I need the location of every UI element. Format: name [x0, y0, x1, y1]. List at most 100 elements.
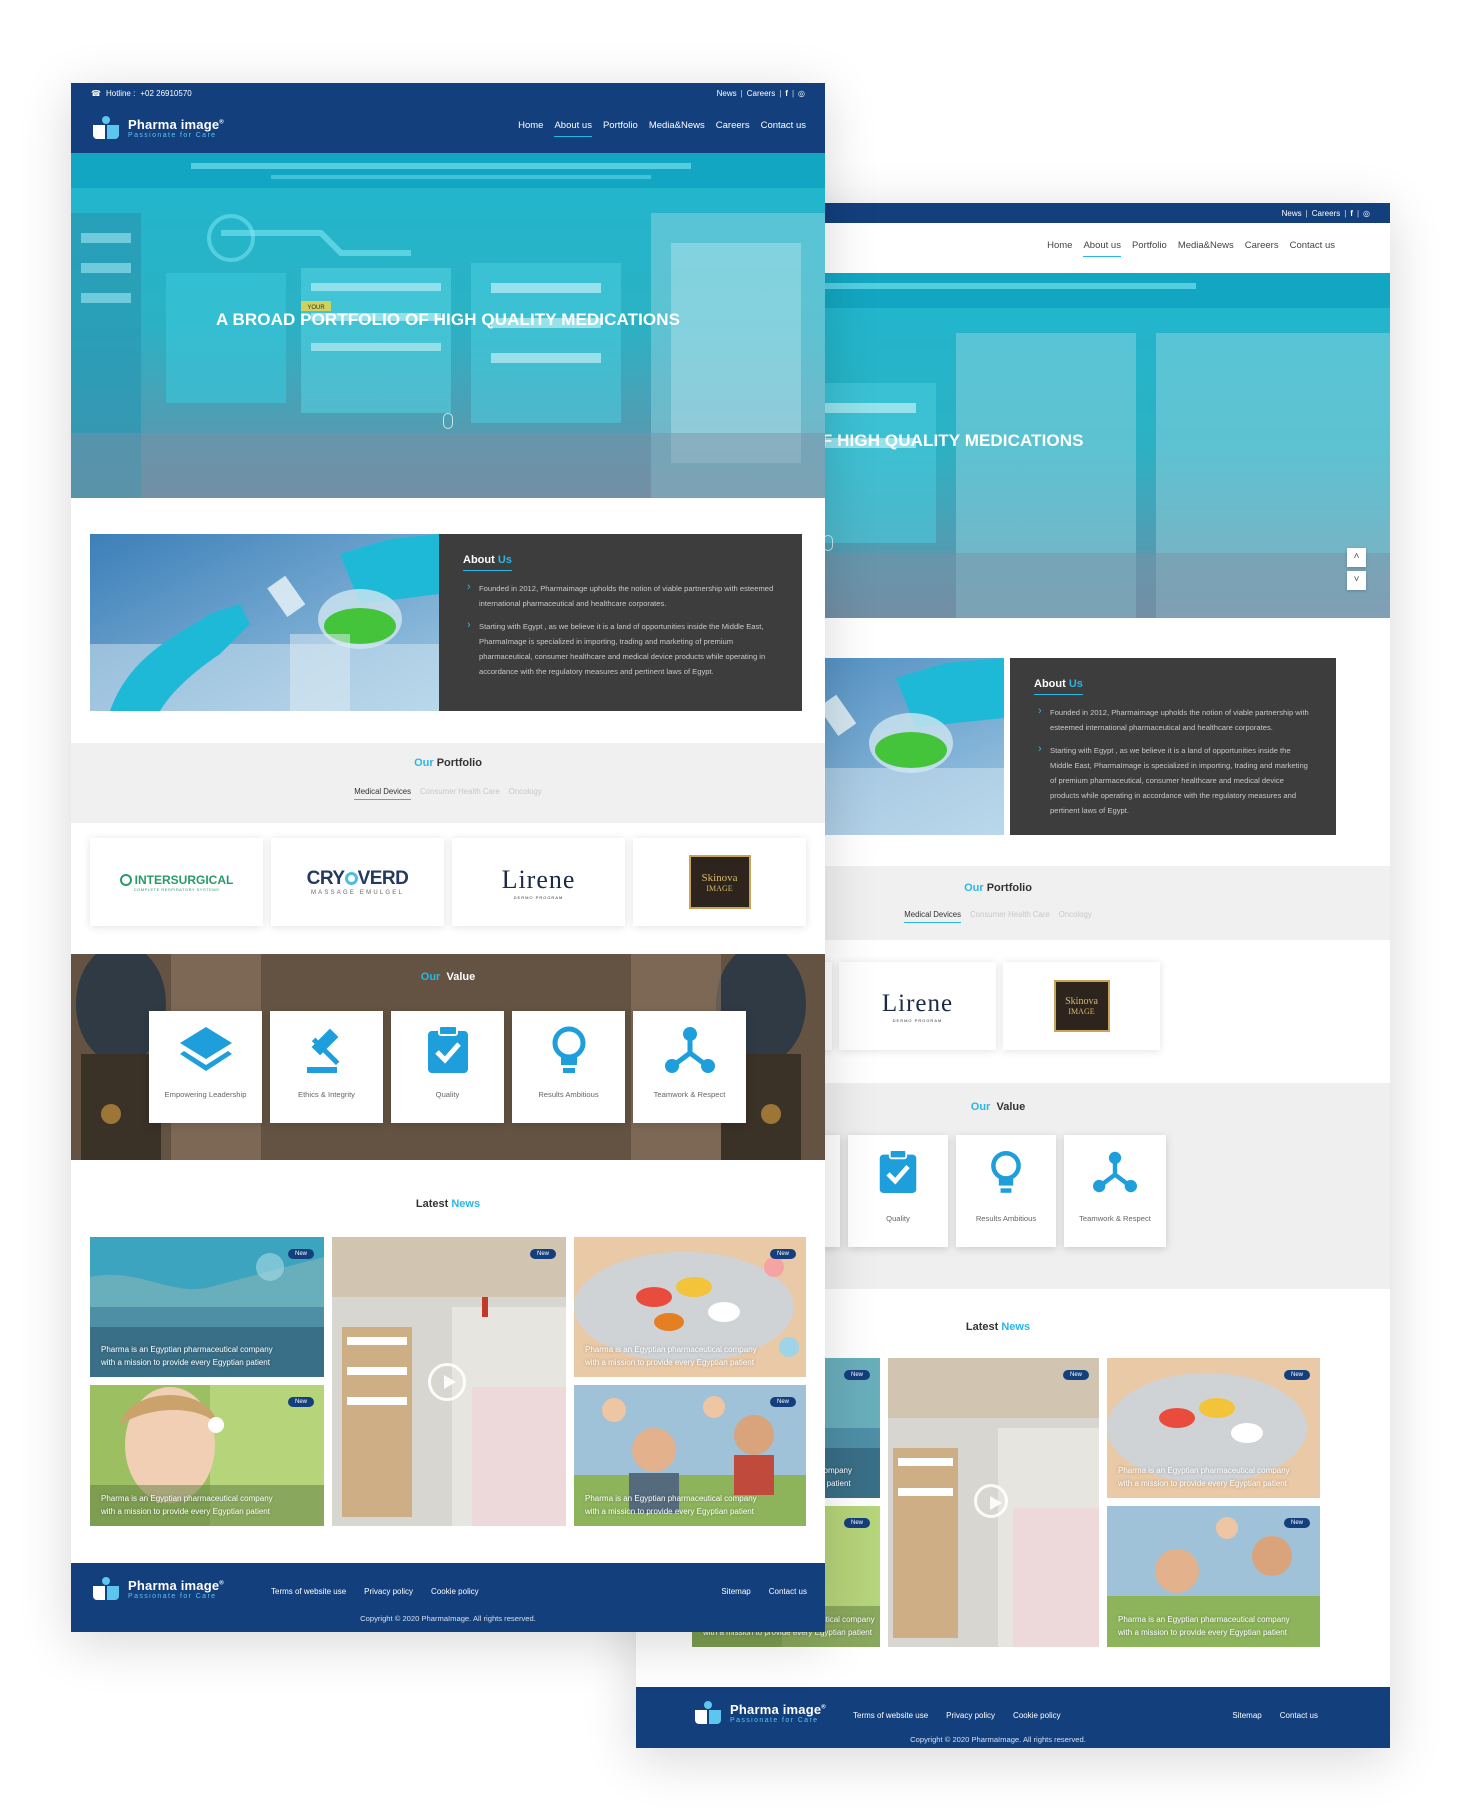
- news-badge-3: New: [769, 1249, 796, 1259]
- brand-card-lirene-2[interactable]: Lirene DERMO PROGRAM: [839, 962, 996, 1050]
- brand-card-skinova-2[interactable]: Skinova IMAGE: [1003, 962, 1160, 1050]
- value-card-results-ambitious[interactable]: Results Ambitious: [512, 1011, 625, 1123]
- about-title-a: About: [463, 554, 495, 566]
- news-badge-3-2: New: [1283, 1370, 1310, 1380]
- nav-contact-us-2[interactable]: Contact us: [1290, 240, 1335, 257]
- about-paragraph-2-2: Starting with Egypt , as we believe it i…: [1034, 742, 1312, 818]
- values-title: Our Value: [71, 971, 825, 983]
- news-badge-video: New: [529, 1249, 556, 1259]
- nav-media-news[interactable]: Media&News: [649, 120, 705, 137]
- skinova-name-b: IMAGE: [706, 883, 733, 893]
- value-card-teamwork-respect[interactable]: Teamwork & Respect: [633, 1011, 746, 1123]
- clipboard-check-icon-2: [879, 1149, 917, 1193]
- footer-contact-link-2[interactable]: Contact us: [1280, 1711, 1318, 1720]
- footer-contact-link[interactable]: Contact us: [769, 1587, 807, 1596]
- instagram-icon-2[interactable]: ◎: [1363, 209, 1370, 218]
- value-card-quality[interactable]: Quality: [391, 1011, 504, 1123]
- value-card-results-ambitious-2[interactable]: Results Ambitious: [956, 1135, 1056, 1247]
- topbar-careers-link[interactable]: Careers: [747, 89, 775, 98]
- value-card-ethics-integrity[interactable]: Ethics & Integrity: [270, 1011, 383, 1123]
- footer-terms-link[interactable]: Terms of website use: [271, 1587, 346, 1596]
- website-mockup-front: ☎ Hotline : +02 26910570 News | Careers | …: [71, 83, 825, 1632]
- value-card-empowering-leadership[interactable]: Empowering Leadership: [149, 1011, 262, 1123]
- brand-card-intersurgical[interactable]: INTERSURGICAL COMPLETE RESPIRATORY SYSTE…: [90, 838, 263, 926]
- news-card-4-2[interactable]: New Pharma is an Egyptian pharmaceutical…: [1107, 1506, 1320, 1647]
- news-title-b-2: News: [1001, 1321, 1031, 1333]
- news-card-1[interactable]: New Pharma is an Egyptian pharmaceutical…: [90, 1237, 324, 1377]
- footer-logo[interactable]: Pharma image® Passionate for Care: [90, 1575, 224, 1603]
- nav-portfolio-2[interactable]: Portfolio: [1132, 240, 1167, 257]
- news-card-2[interactable]: New Pharma is an Egyptian pharmaceutical…: [90, 1385, 324, 1526]
- hero-title: A BROAD PORTFOLIO OF HIGH QUALITY MEDICA…: [215, 310, 681, 329]
- tab-consumer-health-care-2[interactable]: Consumer Health Care: [970, 910, 1050, 923]
- registered-mark: ®: [219, 119, 224, 126]
- cryoverd-name-b: VERD: [357, 868, 409, 889]
- topbar-careers-link-2[interactable]: Careers: [1312, 209, 1340, 218]
- nav-careers-2[interactable]: Careers: [1245, 240, 1279, 257]
- scroll-up-button[interactable]: ˄: [1347, 548, 1366, 567]
- news-card-3[interactable]: New Pharma is an Egyptian pharmaceutical…: [574, 1237, 806, 1377]
- scroll-down-icon[interactable]: [443, 413, 453, 429]
- nav-home-2[interactable]: Home: [1047, 240, 1072, 257]
- lirene-name: Lirene: [501, 864, 576, 894]
- footer-cookie-link-2[interactable]: Cookie policy: [1013, 1711, 1061, 1720]
- scroll-down-button[interactable]: ˅: [1347, 571, 1366, 590]
- nav-careers[interactable]: Careers: [716, 120, 750, 137]
- cryoverd-subtitle: MASSAGE EMULGEL: [310, 890, 405, 896]
- nav-portfolio[interactable]: Portfolio: [603, 120, 638, 137]
- nav-contact-us[interactable]: Contact us: [761, 120, 806, 137]
- news-caption-3a-2: Pharma is an Egyptian pharmaceutical com…: [1118, 1466, 1290, 1475]
- value-card-quality-2[interactable]: Quality: [848, 1135, 948, 1247]
- play-video-icon[interactable]: [428, 1363, 466, 1401]
- brand-card-cryoverd[interactable]: CRY VERD MASSAGE EMULGEL: [271, 838, 444, 926]
- news-card-video-2[interactable]: New: [888, 1358, 1099, 1647]
- topbar-news-link-2[interactable]: News: [1282, 209, 1302, 218]
- tab-medical-devices-2[interactable]: Medical Devices: [904, 910, 962, 923]
- value-card-teamwork-respect-2[interactable]: Teamwork & Respect: [1064, 1135, 1166, 1247]
- tab-medical-devices[interactable]: Medical Devices: [354, 787, 412, 800]
- intersurgical-subtitle: COMPLETE RESPIRATORY SYSTEMS: [133, 886, 220, 892]
- footer-cookie-link[interactable]: Cookie policy: [431, 1587, 479, 1596]
- tab-oncology-2[interactable]: Oncology: [1059, 910, 1092, 923]
- footer-sitemap-link-2[interactable]: Sitemap: [1232, 1711, 1261, 1720]
- nav-home[interactable]: Home: [518, 120, 543, 137]
- footer-logo-2[interactable]: Pharma image® Passionate for Care: [692, 1699, 826, 1727]
- portfolio-title-b: Portfolio: [436, 757, 482, 769]
- news-caption-1a: Pharma is an Egyptian pharmaceutical com…: [101, 1345, 273, 1354]
- facebook-icon-2[interactable]: f: [1350, 209, 1353, 218]
- hotline-label: Hotline :: [105, 88, 136, 98]
- news-caption-1b: with a mission to provide every Egyptian…: [101, 1358, 270, 1367]
- values-title-a: Our: [420, 971, 441, 983]
- play-video-icon-2[interactable]: [974, 1484, 1008, 1518]
- lab-flask-image: [90, 534, 439, 711]
- brand-card-lirene[interactable]: Lirene DERMO PROGRAM: [452, 838, 625, 926]
- news-caption-4a-2: Pharma is an Egyptian pharmaceutical com…: [1118, 1615, 1290, 1624]
- news-card-4[interactable]: New Pharma is an Egyptian pharmaceutical…: [574, 1385, 806, 1526]
- news-card-3-2[interactable]: New Pharma is an Egyptian pharmaceutical…: [1107, 1358, 1320, 1498]
- topbar-news-link[interactable]: News: [717, 89, 737, 98]
- about-text-box: About Us Founded in 2012, Pharmaimage up…: [439, 534, 802, 711]
- news-badge-video-2: New: [1062, 1370, 1089, 1380]
- footer-brand-name: Pharma image: [128, 1578, 220, 1593]
- nav-media-news-2[interactable]: Media&News: [1178, 240, 1234, 257]
- intersurgical-name: INTERSURGICAL: [134, 872, 234, 887]
- tab-oncology[interactable]: Oncology: [509, 787, 542, 800]
- facebook-icon[interactable]: f: [785, 89, 788, 98]
- footer-privacy-link[interactable]: Privacy policy: [364, 1587, 413, 1596]
- site-logo[interactable]: Pharma image® Passionate for Care: [90, 114, 224, 142]
- footer-terms-link-2[interactable]: Terms of website use: [853, 1711, 928, 1720]
- about-title-2: About Us: [1034, 678, 1083, 695]
- nav-about-us[interactable]: About us: [554, 120, 592, 137]
- brand-card-skinova[interactable]: Skinova IMAGE: [633, 838, 806, 926]
- value-label-results-ambitious-2: Results Ambitious: [975, 1214, 1037, 1223]
- tab-consumer-health-care[interactable]: Consumer Health Care: [420, 787, 500, 800]
- footer-registered-mark: ®: [219, 1580, 224, 1587]
- footer-privacy-link-2[interactable]: Privacy policy: [946, 1711, 995, 1720]
- footer-sitemap-link[interactable]: Sitemap: [721, 1587, 750, 1596]
- instagram-icon[interactable]: ◎: [798, 89, 805, 98]
- clipboard-check-icon: [427, 1025, 468, 1073]
- hotline-number[interactable]: +02 26910570: [140, 89, 191, 98]
- nav-about-us-2[interactable]: About us: [1083, 240, 1121, 257]
- news-card-video[interactable]: New: [332, 1237, 566, 1526]
- lightbulb-icon-2: [991, 1150, 1021, 1193]
